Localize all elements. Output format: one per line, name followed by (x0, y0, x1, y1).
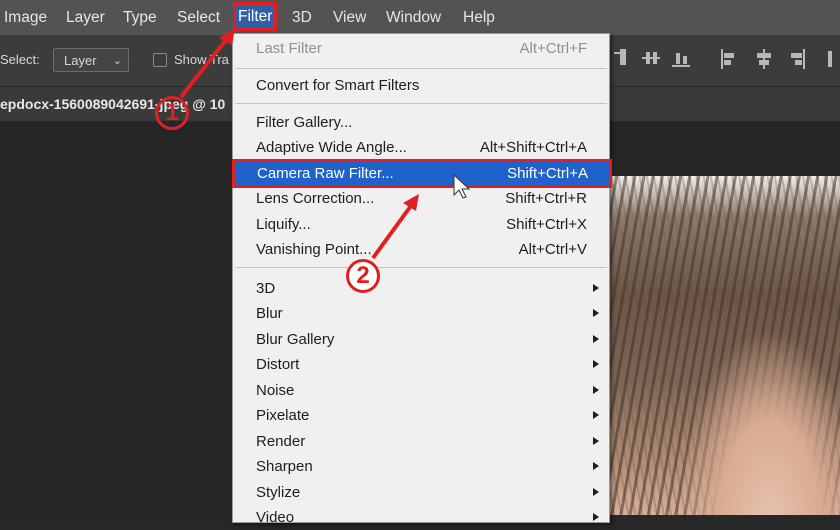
menu-layer[interactable]: Layer (66, 0, 105, 35)
menu-item-3d[interactable]: 3D (233, 276, 609, 301)
submenu-arrow-icon (593, 488, 599, 496)
submenu-arrow-icon (593, 513, 599, 521)
menu-item-vanishing-point[interactable]: Vanishing Point... Alt+Ctrl+V (233, 237, 609, 262)
menu-item-label: Sharpen (256, 458, 313, 475)
menu-item-render[interactable]: Render (233, 429, 609, 454)
menu-item-blur-gallery[interactable]: Blur Gallery (233, 327, 609, 352)
align-top-icon[interactable] (614, 49, 634, 71)
menu-item-label: Camera Raw Filter... (257, 165, 394, 182)
submenu-arrow-icon (593, 360, 599, 368)
menu-item-shortcut: Alt+Ctrl+F (519, 40, 587, 57)
menu-view[interactable]: View (333, 0, 366, 35)
submenu-arrow-icon (593, 309, 599, 317)
menu-bar: Image Layer Type Select Filter 3D View W… (0, 0, 840, 36)
align-horizontal-center-icon[interactable] (754, 49, 774, 71)
menu-item-label: Render (256, 433, 306, 450)
align-left-icon[interactable] (720, 49, 740, 71)
submenu-arrow-icon (593, 335, 599, 343)
menu-item-label: Liquify... (256, 216, 311, 233)
menu-item-label: Noise (256, 382, 295, 399)
menu-item-liquify[interactable]: Liquify... Shift+Ctrl+X (233, 212, 609, 237)
menu-3d[interactable]: 3D (292, 0, 312, 35)
menu-item-shortcut: Alt+Ctrl+V (518, 241, 587, 258)
submenu-arrow-icon (593, 437, 599, 445)
menu-item-label: Blur (256, 305, 283, 322)
menu-item-shortcut: Shift+Ctrl+R (505, 190, 587, 207)
align-bottom-icon[interactable] (672, 49, 692, 71)
filter-menu: Last Filter Alt+Ctrl+F Convert for Smart… (232, 33, 612, 526)
menu-item-label: Video (256, 509, 295, 526)
menu-item-lens-correction[interactable]: Lens Correction... Shift+Ctrl+R (233, 186, 609, 211)
show-transform-checkbox[interactable] (153, 53, 167, 67)
show-transform-label: Show Tra (174, 52, 229, 67)
menu-select[interactable]: Select (177, 0, 220, 35)
menu-help[interactable]: Help (463, 0, 495, 35)
step2-number: 2 (356, 262, 370, 289)
menu-item-noise[interactable]: Noise (233, 378, 609, 403)
step1-number: 1 (165, 99, 179, 126)
auto-select-dropdown[interactable]: Layer ⌄ (53, 48, 129, 72)
menu-item-video[interactable]: Video (233, 505, 609, 530)
menu-divider (235, 103, 607, 104)
menu-item-sharpen[interactable]: Sharpen (233, 454, 609, 479)
submenu-arrow-icon (593, 386, 599, 394)
step2-badge: 2 (346, 259, 380, 293)
align-vertical-center-icon[interactable] (642, 49, 662, 71)
menu-item-label: Adaptive Wide Angle... (256, 139, 407, 156)
auto-select-label: Select: (0, 52, 40, 67)
menu-divider (235, 68, 607, 69)
menu-item-label: Filter Gallery... (256, 114, 353, 131)
menu-item-label: 3D (256, 280, 276, 297)
menu-item-blur[interactable]: Blur (233, 301, 609, 326)
menu-item-label: Lens Correction... (256, 190, 375, 207)
menu-divider (235, 267, 607, 268)
menu-image[interactable]: Image (4, 0, 47, 35)
photo-image (606, 176, 840, 515)
menu-item-label: Distort (256, 356, 300, 373)
menu-item-last-filter[interactable]: Last Filter Alt+Ctrl+F (233, 36, 609, 61)
document-tab[interactable]: epdocx-1560089042691-jpeg @ 10 (0, 96, 225, 112)
menu-item-camera-raw-filter[interactable]: Camera Raw Filter... Shift+Ctrl+A (232, 159, 612, 188)
menu-item-label: Vanishing Point... (256, 241, 372, 258)
menu-item-shortcut: Shift+Ctrl+A (507, 165, 588, 182)
chevron-down-icon: ⌄ (112, 55, 122, 67)
menu-item-adaptive-wide-angle[interactable]: Adaptive Wide Angle... Alt+Shift+Ctrl+A (233, 135, 609, 160)
menu-item-label: Convert for Smart Filters (256, 77, 420, 94)
menu-window[interactable]: Window (386, 0, 441, 35)
menu-item-convert-smart-filters[interactable]: Convert for Smart Filters (233, 73, 609, 98)
step1-badge: 1 (155, 96, 189, 130)
menu-item-distort[interactable]: Distort (233, 352, 609, 377)
align-right-icon[interactable] (788, 49, 808, 71)
submenu-arrow-icon (593, 462, 599, 470)
distribute-icon[interactable] (826, 49, 840, 71)
menu-type[interactable]: Type (123, 0, 157, 35)
menu-item-label: Pixelate (256, 407, 310, 424)
menu-item-pixelate[interactable]: Pixelate (233, 403, 609, 428)
mouse-pointer-icon (453, 174, 471, 199)
submenu-arrow-icon (593, 284, 599, 292)
menu-filter[interactable]: Filter (232, 2, 278, 31)
menu-item-stylize[interactable]: Stylize (233, 480, 609, 505)
menu-item-shortcut: Alt+Shift+Ctrl+A (479, 139, 587, 156)
menu-item-label: Blur Gallery (256, 331, 335, 348)
menu-item-shortcut: Shift+Ctrl+X (506, 216, 587, 233)
submenu-arrow-icon (593, 411, 599, 419)
menu-item-label: Stylize (256, 484, 301, 501)
auto-select-value: Layer (64, 53, 97, 68)
menu-item-label: Last Filter (256, 40, 322, 57)
menu-item-filter-gallery[interactable]: Filter Gallery... (233, 110, 609, 135)
